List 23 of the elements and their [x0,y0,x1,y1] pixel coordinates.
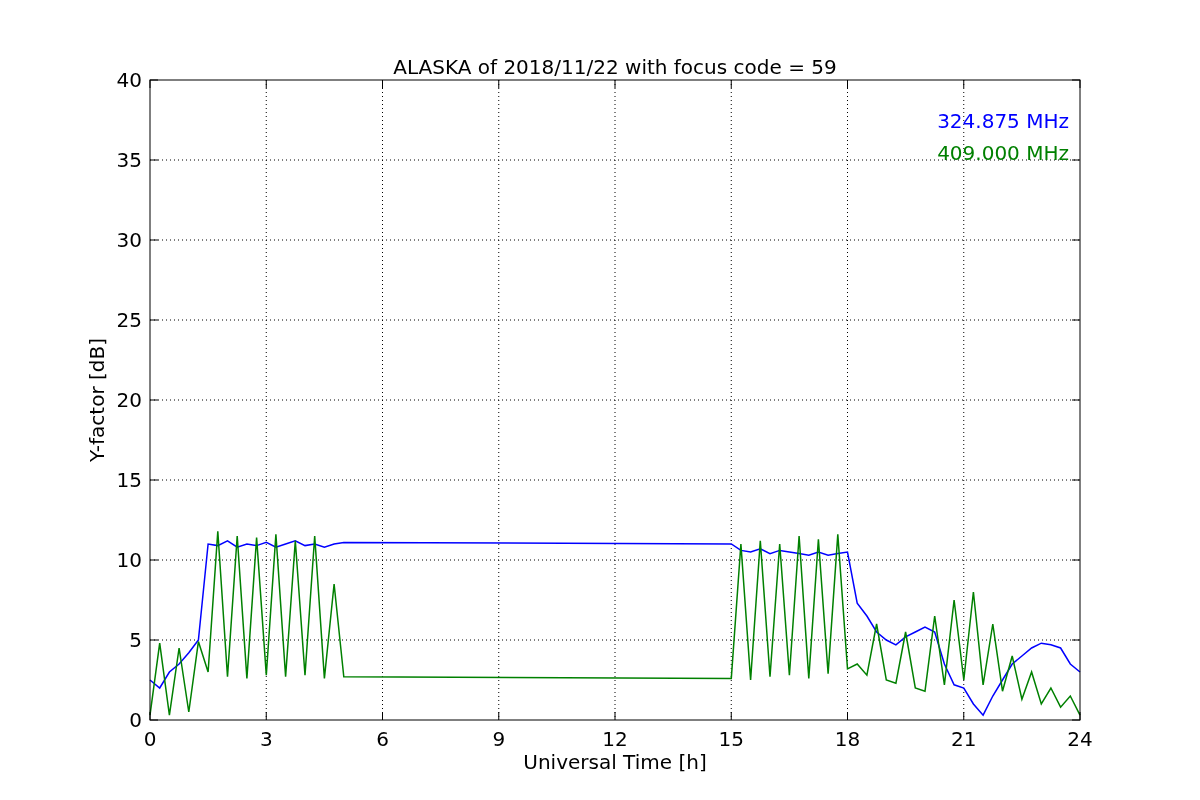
y-tick-label: 20 [116,388,142,412]
x-axis-label: Universal Time [h] [523,750,707,774]
x-tick-label: 12 [602,727,628,751]
chart-title: ALASKA of 2018/11/22 with focus code = 59 [393,55,837,79]
legend-label: 324.875 MHz [937,109,1069,133]
x-tick-label: 15 [718,727,744,751]
y-tick-label: 10 [116,548,142,572]
y-tick-label: 25 [116,308,142,332]
y-tick-label: 35 [116,148,142,172]
x-tick-label: 21 [951,727,977,751]
x-tick-label: 9 [492,727,506,751]
y-tick-label: 5 [129,628,142,652]
y-tick-label: 0 [129,708,142,732]
x-tick-label: 3 [259,727,273,751]
x-tick-label: 18 [834,727,861,751]
y-tick-label: 30 [116,228,142,252]
x-tick-label: 0 [143,727,157,751]
legend-label: 409.000 MHz [937,141,1069,165]
x-tick-label: 6 [376,727,389,751]
y-axis-label: Y-factor [dB] [85,338,109,462]
y-tick-label: 15 [116,468,142,492]
x-tick-label: 24 [1067,727,1093,751]
y-tick-label: 40 [116,68,142,92]
